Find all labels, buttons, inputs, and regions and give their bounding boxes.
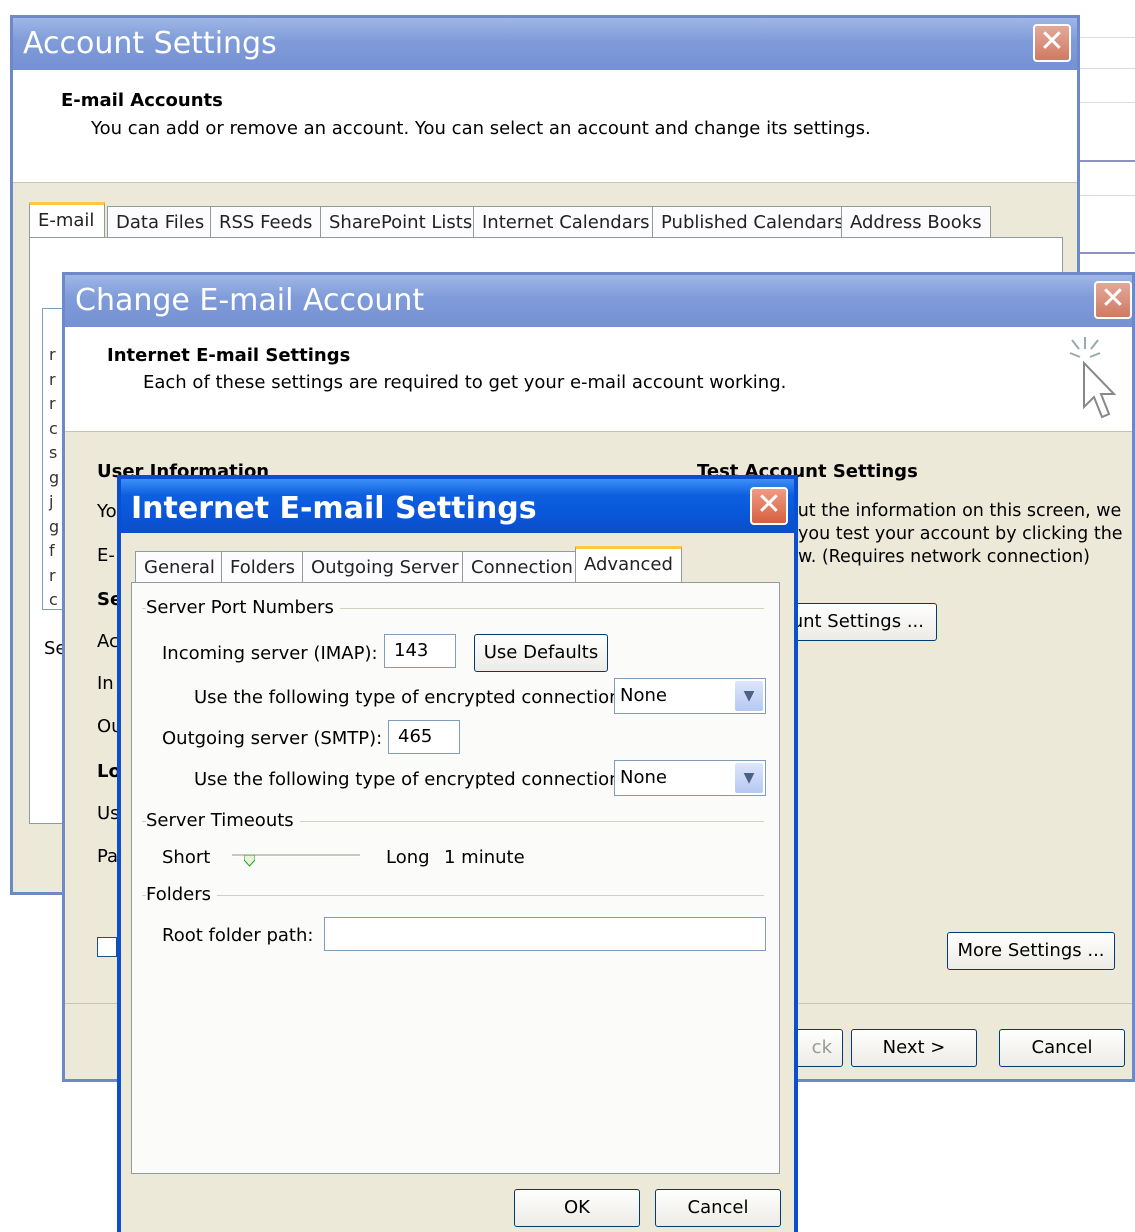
ok-button[interactable]: OK [514, 1189, 640, 1227]
outgoing-encryption-value: None [620, 767, 667, 788]
change-account-header: Internet E-mail Settings Each of these s… [65, 327, 1132, 431]
timeout-value: 1 minute [444, 847, 525, 868]
folders-label: Folders [146, 884, 218, 905]
tab-folders[interactable]: Folders [221, 551, 305, 583]
fragment-in: In [97, 673, 114, 694]
bg-line [1080, 252, 1135, 254]
root-folder-label: Root folder path: [162, 925, 314, 946]
tab-connection[interactable]: Connection [462, 551, 582, 583]
internet-settings-desc: Each of these settings are required to g… [143, 372, 787, 393]
bg-line [1080, 195, 1135, 196]
incoming-port-input[interactable]: 143 [384, 634, 456, 668]
chevron-down-icon[interactable]: ▼ [735, 763, 763, 793]
outgoing-port-input[interactable]: 465 [388, 720, 460, 754]
server-timeouts-label: Server Timeouts [146, 810, 300, 831]
timeout-slider[interactable] [232, 851, 360, 867]
slider-thumb[interactable] [243, 851, 256, 867]
tab-advanced[interactable]: Advanced [575, 546, 682, 585]
test-desc-line-2: you test your account by clicking the [798, 524, 1123, 544]
root-folder-input[interactable] [324, 917, 766, 951]
outgoing-encrypt-label: Use the following type of encrypted conn… [194, 769, 627, 790]
tab-data-files[interactable]: Data Files [107, 206, 214, 238]
incoming-encryption-value: None [620, 685, 667, 706]
test-desc-line-3: w. (Requires network connection) [798, 547, 1090, 567]
tab-address-books[interactable]: Address Books [841, 206, 991, 238]
header-divider [65, 431, 1132, 432]
account-settings-title: Account Settings [23, 26, 277, 61]
server-ports-label: Server Port Numbers [146, 597, 340, 618]
email-accounts-desc: You can add or remove an account. You ca… [91, 118, 871, 139]
incoming-encryption-select[interactable]: None ▼ [614, 678, 766, 714]
timeout-long-label: Long [386, 847, 430, 868]
tab-rss-feeds[interactable]: RSS Feeds [210, 206, 322, 238]
fragment-e: E- [97, 545, 115, 566]
internet-settings-heading: Internet E-mail Settings [107, 345, 351, 366]
bg-line [1080, 160, 1135, 162]
timeout-short-label: Short [162, 847, 211, 868]
incoming-encrypt-label: Use the following type of encrypted conn… [194, 687, 627, 708]
tab-sharepoint-lists[interactable]: SharePoint Lists [320, 206, 482, 238]
header-divider [13, 182, 1077, 183]
chevron-down-icon[interactable]: ▼ [735, 681, 763, 711]
tab-internet-calendars[interactable]: Internet Calendars [473, 206, 659, 238]
use-defaults-button[interactable]: Use Defaults [474, 634, 608, 672]
bg-line [1080, 37, 1135, 38]
tab-outgoing-server[interactable]: Outgoing Server [302, 551, 468, 583]
remember-checkbox[interactable] [97, 937, 117, 957]
cancel-button-internet[interactable]: Cancel [655, 1189, 781, 1227]
more-settings-button[interactable]: More Settings ... [947, 932, 1115, 970]
fragment-ac: Ac [97, 631, 119, 652]
change-account-titlebar[interactable]: Change E-mail Account [65, 275, 1132, 327]
fragment-yo: Yo [97, 501, 117, 522]
incoming-server-label: Incoming server (IMAP): [162, 643, 378, 664]
tab-published-calendars[interactable]: Published Calendars [652, 206, 853, 238]
change-account-close-button[interactable]: ✕ [1094, 281, 1132, 319]
outgoing-encryption-select[interactable]: None ▼ [614, 760, 766, 796]
tab-email[interactable]: E-mail [29, 202, 105, 238]
tab-general[interactable]: General [135, 551, 224, 583]
test-desc-line-1: out the information on this screen, we [787, 501, 1122, 521]
bg-line [1080, 102, 1135, 103]
group-line [142, 895, 764, 896]
change-account-title: Change E-mail Account [75, 283, 425, 318]
next-button[interactable]: Next > [851, 1029, 977, 1067]
account-settings-close-button[interactable]: ✕ [1033, 24, 1071, 62]
fragment-pa: Pa [97, 846, 119, 867]
internet-settings-window: Internet E-mail Settings ✕ General Folde… [117, 475, 798, 1232]
email-accounts-title: E-mail Accounts [61, 90, 223, 111]
internet-settings-close-button[interactable]: ✕ [750, 487, 788, 525]
account-settings-titlebar[interactable]: Account Settings [13, 18, 1077, 70]
advanced-tab-panel: Server Port Numbers Incoming server (IMA… [131, 582, 780, 1174]
cancel-button[interactable]: Cancel [999, 1029, 1125, 1067]
bg-line [1080, 68, 1135, 69]
account-settings-header: E-mail Accounts You can add or remove an… [13, 70, 1077, 182]
cursor-sparkle-icon [1069, 337, 1117, 419]
internet-settings-title: Internet E-mail Settings [131, 491, 537, 526]
internet-settings-titlebar[interactable]: Internet E-mail Settings [121, 479, 794, 533]
outgoing-server-label: Outgoing server (SMTP): [162, 728, 383, 749]
